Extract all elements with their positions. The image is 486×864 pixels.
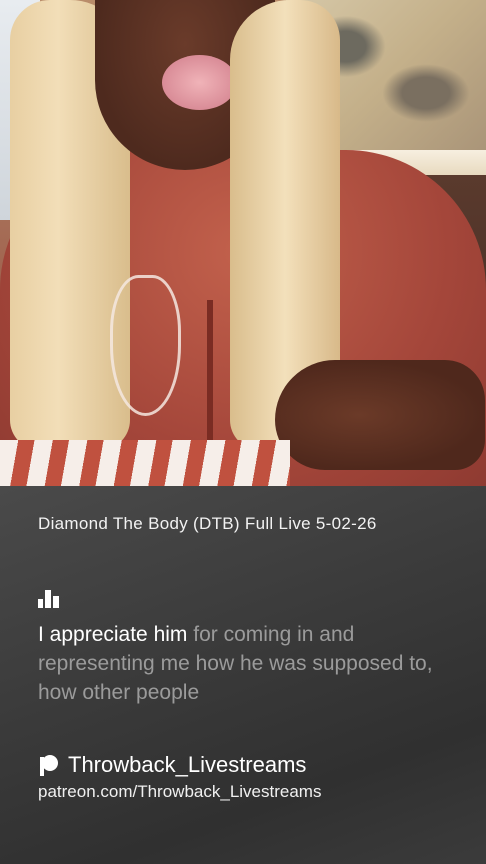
striped-sleeve xyxy=(0,440,290,486)
person-hand xyxy=(275,360,485,470)
person-lips xyxy=(162,55,237,110)
creator-row[interactable]: Throwback_Livestreams xyxy=(38,752,306,778)
creator-url-link[interactable]: patreon.com/Throwback_Livestreams xyxy=(38,782,321,802)
stream-title: Diamond The Body (DTB) Full Live 5-02-26 xyxy=(38,514,377,533)
bar-chart-icon xyxy=(38,590,59,608)
hoodie-zipper xyxy=(207,300,213,460)
creator-name: Throwback_Livestreams xyxy=(68,752,307,777)
transcript-spoken: I appreciate him xyxy=(38,623,188,646)
patreon-icon xyxy=(40,755,58,776)
hoodie-crest xyxy=(110,275,181,416)
video-player[interactable] xyxy=(0,0,486,486)
app-root: Diamond The Body (DTB) Full Live 5-02-26… xyxy=(0,0,486,864)
transcript-caption: I appreciate him for coming in and repre… xyxy=(38,620,458,707)
